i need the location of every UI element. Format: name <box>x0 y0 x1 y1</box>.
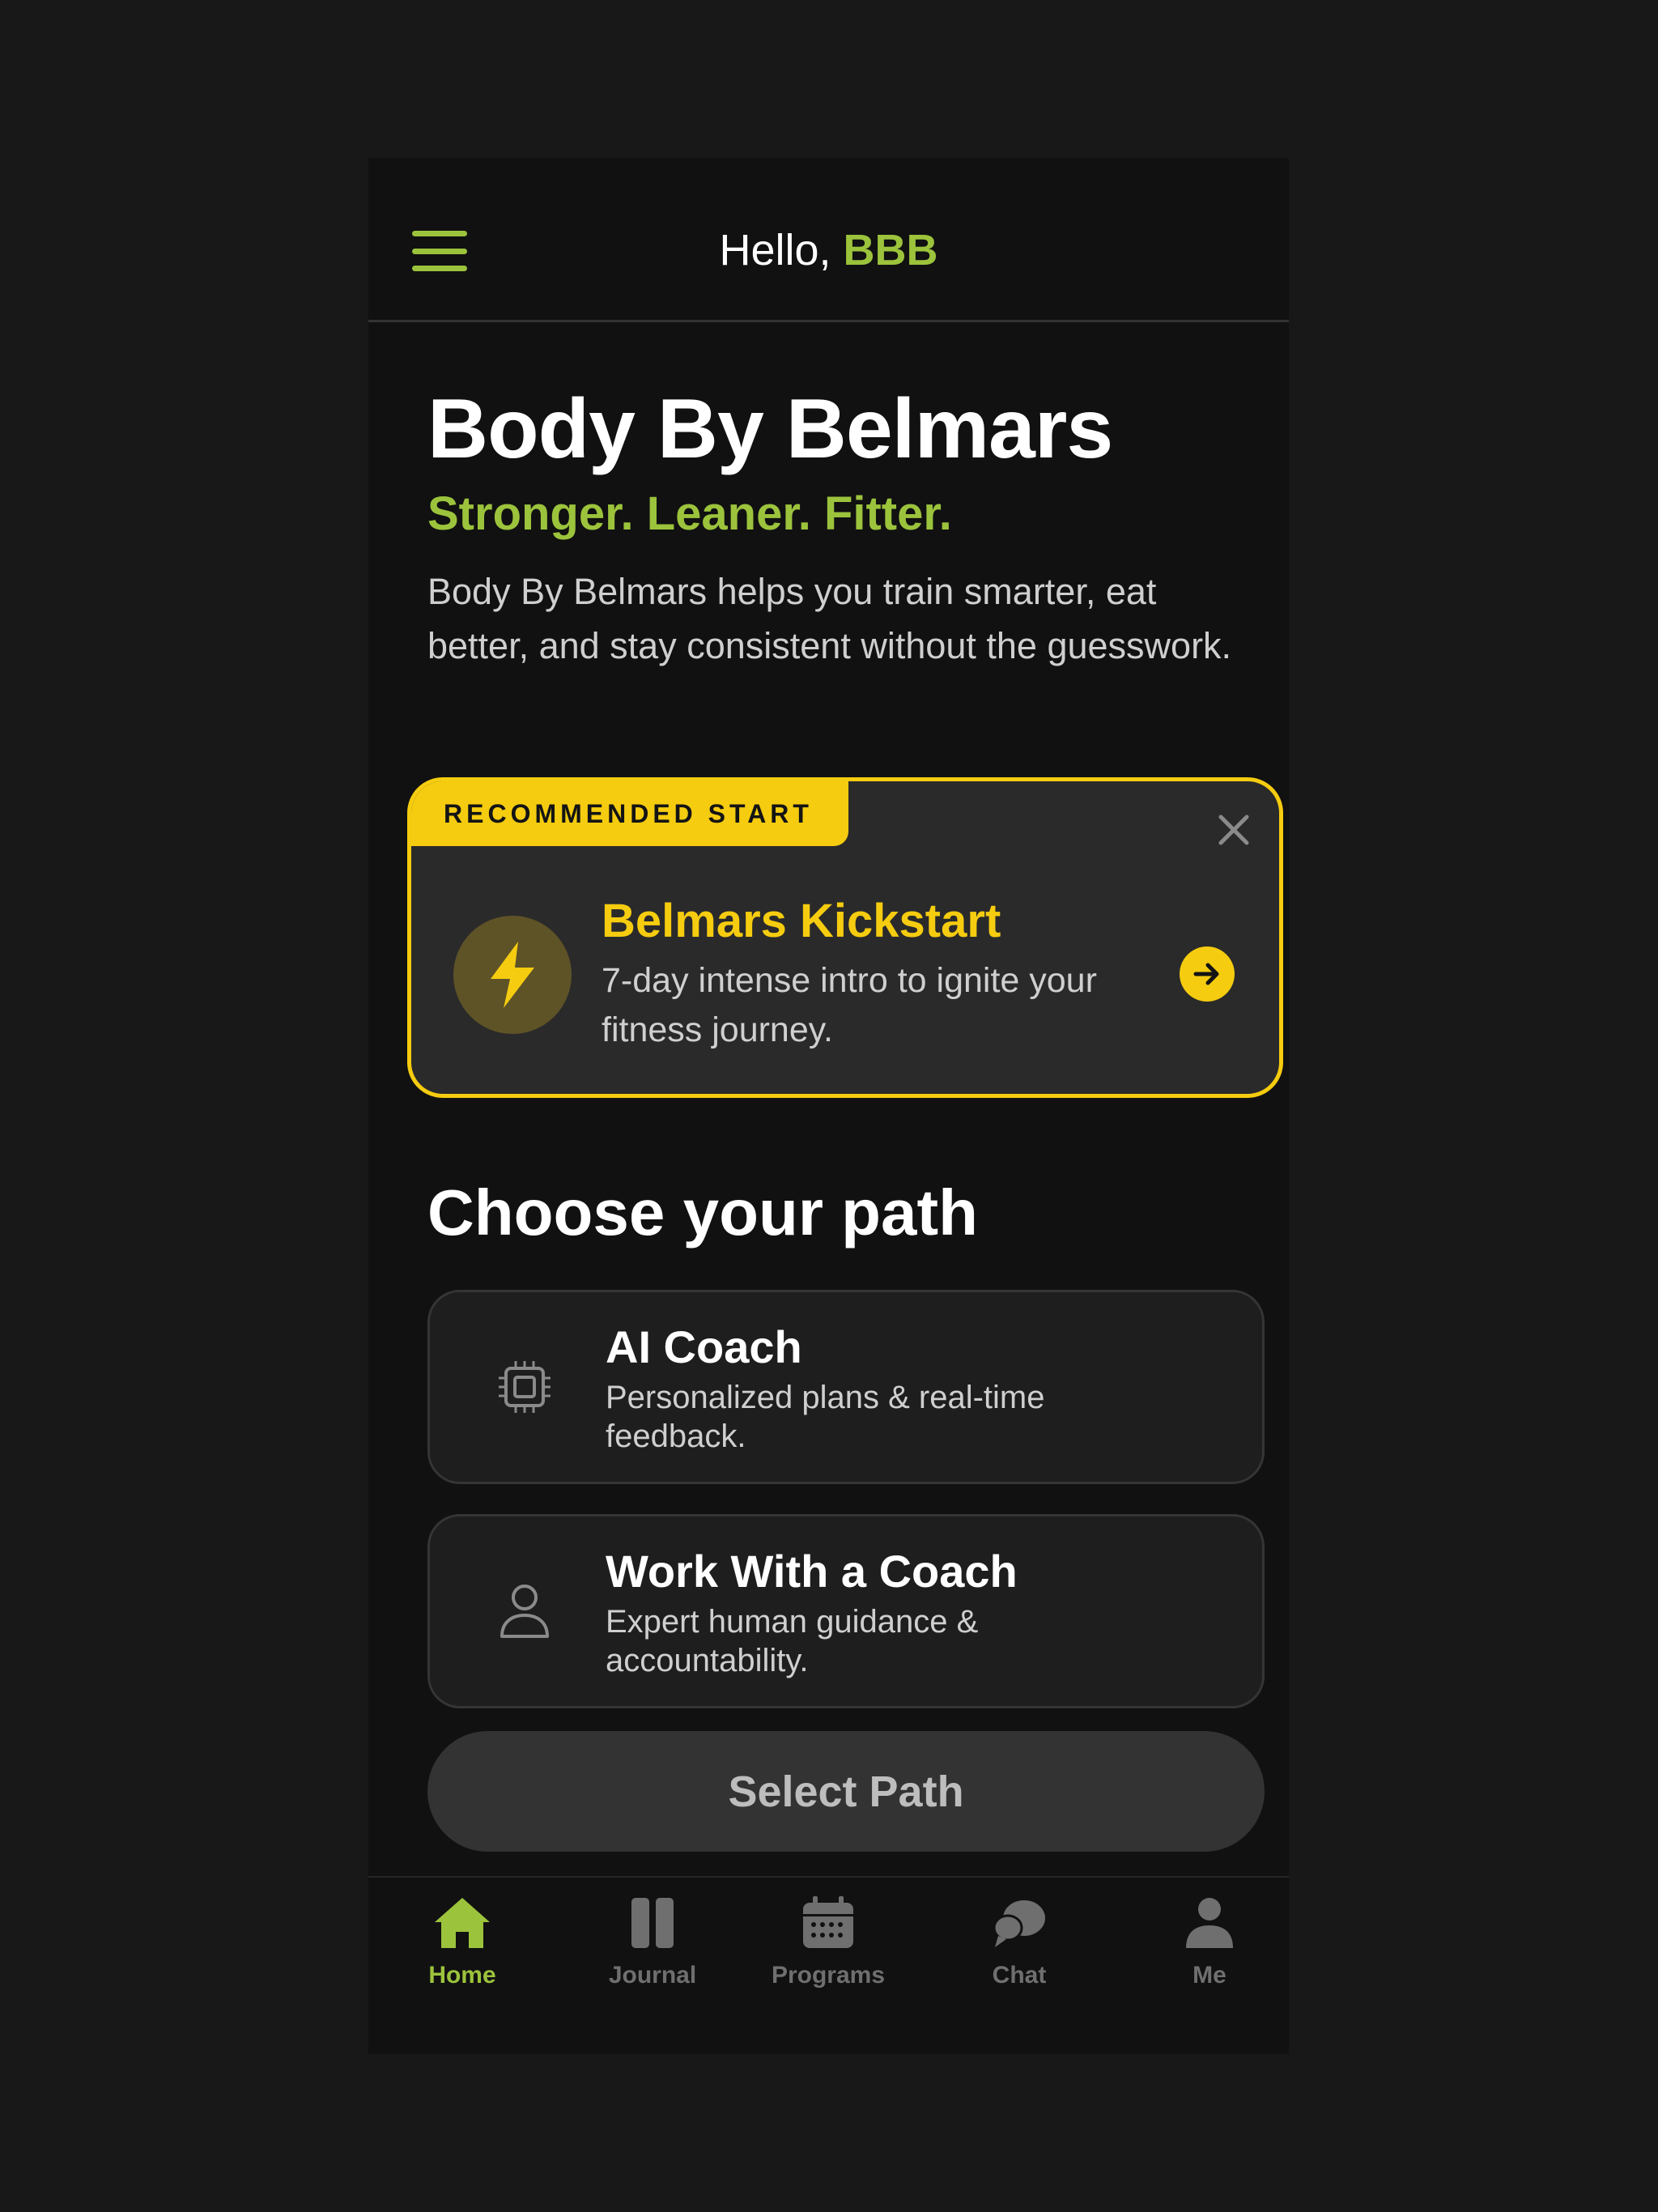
tab-chat[interactable]: Chat <box>938 1894 1100 2015</box>
tab-label: Home <box>428 1962 496 1989</box>
app-screen: Hello, BBB Body By Belmars Stronger. Lea… <box>368 158 1289 2054</box>
tagline: Stronger. Leaner. Fitter. <box>427 487 952 540</box>
user-icon <box>1180 1894 1239 1952</box>
recommended-badge: RECOMMENDED START <box>411 781 848 846</box>
tab-home[interactable]: Home <box>381 1894 543 2015</box>
cpu-chip-icon <box>495 1357 555 1417</box>
path-description: Personalized plans & real-time feedback. <box>606 1380 1045 1454</box>
tab-programs[interactable]: Programs <box>747 1894 909 2015</box>
top-header: Hello, BBB <box>368 158 1289 322</box>
recommended-start-card[interactable]: RECOMMENDED START Belmars Kickstart 7-da… <box>407 777 1283 1098</box>
path-title: Work With a Coach <box>606 1546 1018 1597</box>
recommended-description: 7-day intense intro to ignite your fitne… <box>602 961 1097 1049</box>
close-icon[interactable] <box>1216 812 1252 848</box>
hero-description: Body By Belmars helps you train smarter,… <box>427 571 1232 666</box>
path-description: Expert human guidance & accountability. <box>606 1604 979 1678</box>
home-icon <box>433 1894 491 1952</box>
calendar-icon <box>799 1894 857 1952</box>
chat-icon <box>990 1894 1048 1952</box>
path-option-ai-coach[interactable]: AI Coach Personalized plans & real-time … <box>427 1290 1265 1484</box>
greeting-prefix: Hello, <box>719 226 844 274</box>
bottom-tab-bar: Home Journal Programs Chat Me <box>368 1876 1289 2054</box>
select-path-button[interactable]: Select Path <box>427 1731 1265 1852</box>
journal-icon <box>623 1894 682 1952</box>
section-title: Choose your path <box>427 1176 979 1249</box>
tab-journal[interactable]: Journal <box>572 1894 733 2015</box>
recommended-title: Belmars Kickstart <box>602 895 1001 947</box>
tab-me[interactable]: Me <box>1129 1894 1289 2015</box>
person-icon <box>495 1581 555 1641</box>
path-option-work-with-coach[interactable]: Work With a Coach Expert human guidance … <box>427 1514 1265 1708</box>
tab-label: Journal <box>608 1962 697 1989</box>
arrow-right-icon[interactable] <box>1180 946 1235 1002</box>
lightning-bolt-icon <box>453 916 572 1034</box>
tab-label: Chat <box>992 1962 1047 1989</box>
page-title: Body By Belmars <box>427 382 1113 476</box>
tab-label: Programs <box>771 1962 886 1989</box>
user-name: BBB <box>843 226 938 274</box>
path-title: AI Coach <box>606 1321 802 1372</box>
tab-label: Me <box>1192 1962 1226 1989</box>
greeting: Hello, BBB <box>368 224 1289 276</box>
